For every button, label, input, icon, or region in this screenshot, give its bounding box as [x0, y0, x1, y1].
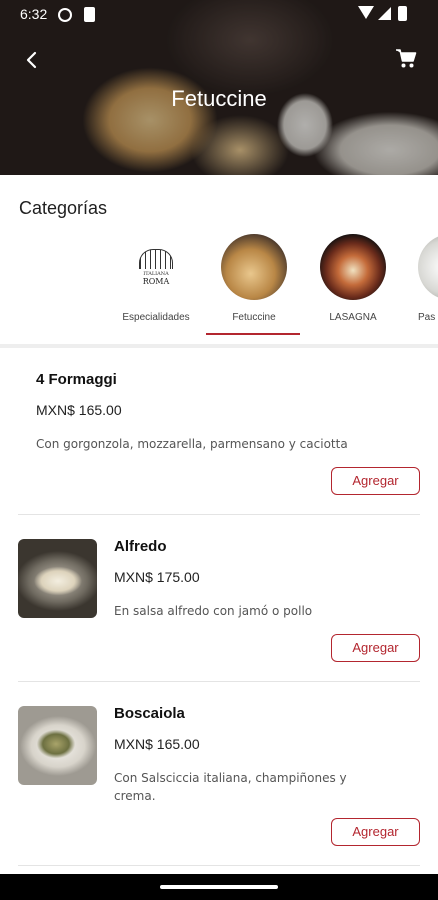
content-sheet: Categorías ITALIANA ROMA Especialidades …: [0, 176, 438, 874]
system-navigation-bar: [0, 874, 438, 900]
sim-status-icon: [84, 7, 95, 22]
categories-title: Categorías: [19, 198, 108, 218]
category-selected-indicator: [206, 333, 300, 335]
category-label: LASAGNA: [329, 312, 377, 323]
product-description: En salsa alfredo con jamó o pollo: [114, 604, 313, 618]
back-button[interactable]: [18, 46, 46, 74]
category-especialidades[interactable]: ITALIANA ROMA Especialidades: [108, 234, 204, 323]
shopping-cart-icon: [396, 49, 417, 68]
home-gesture-handle[interactable]: [160, 885, 278, 889]
add-to-cart-button[interactable]: Agregar: [331, 634, 420, 662]
category-image-lasagna: [320, 234, 386, 300]
page-title: Fetuccine: [171, 86, 267, 111]
category-label: Especialidades: [122, 312, 190, 323]
product-description: Con gorgonzola, mozzarella, parmensano y…: [36, 437, 348, 451]
product-divider: [18, 514, 420, 515]
wifi-icon: [358, 6, 374, 19]
category-lasagna[interactable]: LASAGNA: [305, 234, 401, 323]
vpn-status-icon: [58, 8, 72, 22]
logo-text-bottom: ROMA: [142, 276, 170, 286]
status-time: 6:32: [20, 6, 48, 22]
product-name: Boscaiola: [114, 705, 185, 722]
product-name: Alfredo: [114, 538, 167, 555]
colosseum-icon: [139, 248, 173, 269]
product-image: [18, 706, 97, 785]
arrow-back-icon: [26, 51, 37, 69]
product-description: Con Salsciccia italiana, champiñones y c…: [114, 771, 347, 803]
cart-button[interactable]: [392, 44, 420, 72]
product-divider: [18, 681, 420, 682]
signal-icon: [378, 7, 391, 20]
add-to-cart-button[interactable]: Agregar: [331, 818, 420, 846]
product-price: MXN$ 165.00: [36, 402, 122, 418]
section-divider: [0, 344, 438, 348]
category-label: Fetuccine: [232, 312, 276, 323]
product-price: MXN$ 175.00: [114, 569, 200, 585]
category-pasta[interactable]: Pas: [404, 234, 438, 323]
add-to-cart-button[interactable]: Agregar: [331, 467, 420, 495]
category-fetuccine[interactable]: Fetuccine: [206, 234, 302, 323]
product-image: [18, 539, 97, 618]
product-name: 4 Formaggi: [36, 371, 117, 388]
category-label: Pas: [418, 312, 436, 323]
battery-icon: [398, 6, 407, 21]
category-image-pasta: [418, 234, 438, 300]
product-price: MXN$ 165.00: [114, 736, 200, 752]
restaurant-logo: ITALIANA ROMA: [123, 234, 189, 300]
status-bar: 6:32: [0, 0, 438, 30]
category-image-fetuccine: [221, 234, 287, 300]
product-divider: [18, 865, 420, 866]
